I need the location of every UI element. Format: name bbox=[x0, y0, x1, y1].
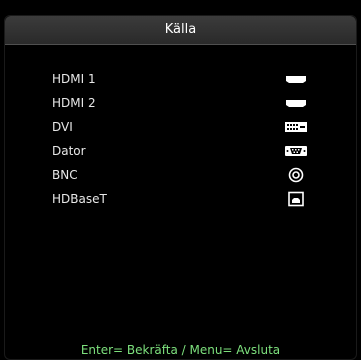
hdmi-port-icon bbox=[285, 71, 307, 87]
source-item-hdbaset[interactable]: HDBaseT bbox=[0, 190, 361, 210]
source-label: DVI bbox=[52, 120, 73, 134]
source-label: HDMI 1 bbox=[52, 72, 96, 86]
hdmi-port-icon bbox=[285, 95, 307, 111]
hdbaset-port-icon bbox=[285, 191, 307, 207]
bnc-connector-icon bbox=[285, 167, 307, 183]
source-label: Dator bbox=[52, 144, 86, 158]
source-item-bnc[interactable]: BNC bbox=[0, 166, 361, 186]
source-item-dvi[interactable]: DVI bbox=[0, 118, 361, 138]
menu-header: Källa bbox=[5, 16, 356, 45]
source-label: BNC bbox=[52, 168, 78, 182]
source-item-hdmi-1[interactable]: HDMI 1 bbox=[0, 70, 361, 90]
source-label: HDBaseT bbox=[52, 192, 107, 206]
source-menu-panel: Källa bbox=[4, 15, 357, 360]
dvi-port-icon bbox=[285, 119, 307, 135]
menu-title: Källa bbox=[164, 22, 197, 37]
vga-port-icon bbox=[285, 143, 307, 159]
source-item-dator[interactable]: Dator bbox=[0, 142, 361, 162]
footer-hint: Enter= Bekräfta / Menu= Avsluta bbox=[80, 343, 281, 357]
source-item-hdmi-2[interactable]: HDMI 2 bbox=[0, 94, 361, 114]
source-label: HDMI 2 bbox=[52, 96, 96, 110]
